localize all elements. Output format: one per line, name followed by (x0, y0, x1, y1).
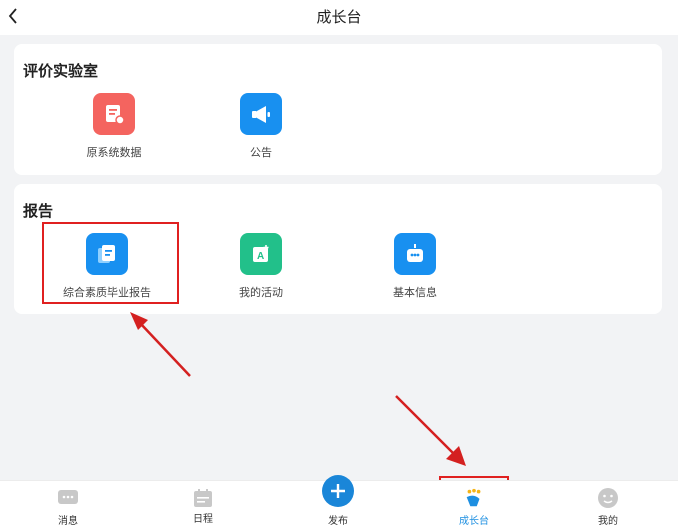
tab-mine[interactable]: 我的 (563, 481, 653, 529)
section-title-lab: 评价实验室 (23, 62, 99, 80)
arrow-to-tab (395, 395, 466, 466)
tab-schedule[interactable]: 日程 (158, 481, 248, 529)
top-bar: 成长台 (0, 0, 678, 35)
tab-label: 发布 (328, 516, 348, 527)
calendar-icon (192, 488, 214, 508)
tab-label: 我的 (598, 516, 618, 527)
bottom-tab-bar: 消息 日程 发布 成长台 我的 (0, 475, 678, 529)
tile-announcement[interactable]: 公告 (191, 93, 331, 173)
tab-publish[interactable]: 发布 (293, 475, 383, 529)
growth-icon (463, 488, 485, 508)
plus-icon (322, 475, 354, 507)
tab-label: 日程 (193, 514, 213, 525)
tile-label: 基本信息 (393, 286, 437, 299)
tab-label: 成长台 (459, 516, 489, 527)
page-title: 成长台 (316, 8, 362, 26)
tile-label: 原系统数据 (86, 146, 142, 159)
report-card: 报告 综合素质毕业报告 A 我的活动 基本信息 (14, 184, 662, 314)
robot-info-icon (394, 233, 436, 275)
activity-icon: A (240, 233, 282, 275)
document-badge-icon (93, 93, 135, 135)
chat-icon (57, 488, 79, 508)
tile-label: 综合素质毕业报告 (63, 286, 151, 299)
arrow-to-report (130, 312, 191, 377)
tile-original-system-data[interactable]: 原系统数据 (44, 93, 184, 173)
tile-label: 我的活动 (239, 286, 283, 299)
evaluation-lab-card: 评价实验室 原系统数据 公告 (14, 44, 662, 175)
tab-growth[interactable]: 成长台 (429, 481, 519, 529)
tile-my-activities[interactable]: A 我的活动 (191, 233, 331, 313)
face-icon (597, 488, 619, 508)
megaphone-icon (240, 93, 282, 135)
section-title-report: 报告 (23, 202, 54, 220)
tab-label: 消息 (58, 516, 78, 527)
tile-basic-info[interactable]: 基本信息 (345, 233, 485, 313)
tile-label: 公告 (250, 146, 272, 159)
tile-graduation-report[interactable]: 综合素质毕业报告 (37, 233, 177, 313)
svg-text:A: A (257, 251, 264, 262)
tab-messages[interactable]: 消息 (23, 481, 113, 529)
report-doc-icon (86, 233, 128, 275)
